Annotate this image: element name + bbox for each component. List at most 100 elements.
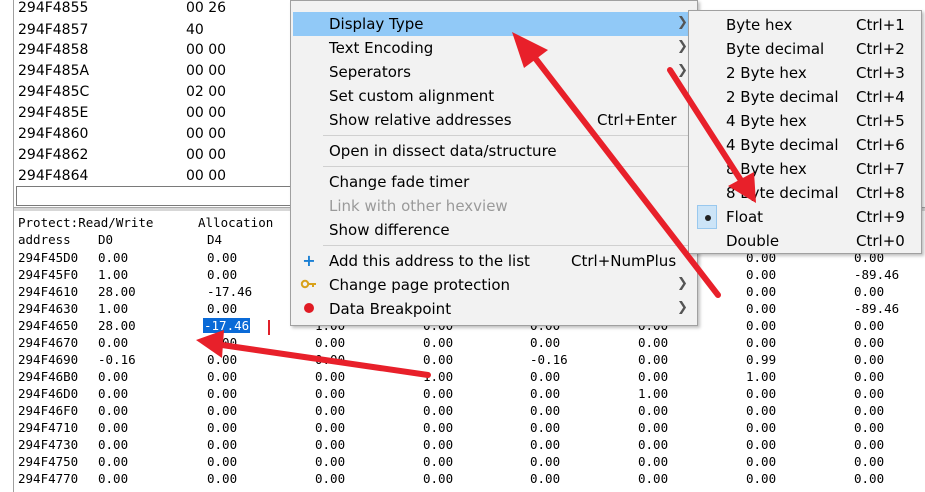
hex-cell[interactable]: 0.00 [315, 335, 345, 350]
hex-cell[interactable]: 0.00 [746, 318, 776, 333]
hex-cell[interactable]: 0.00 [854, 437, 884, 452]
hex-cell[interactable]: 0.00 [746, 267, 776, 282]
menu-item-display-type[interactable]: Display Type ❯ [293, 12, 693, 36]
hex-cell[interactable]: 1.00 [98, 301, 128, 316]
hex-cell[interactable]: 0.00 [423, 420, 453, 435]
hex-cell[interactable]: 0.00 [207, 437, 237, 452]
hex-cell[interactable]: 0.00 [854, 335, 884, 350]
submenu-item[interactable]: Byte hex Ctrl+1 [691, 13, 917, 37]
hex-cell[interactable]: 0.00 [854, 284, 884, 299]
menu-item-add-address[interactable]: + Add this address to the list Ctrl+NumP… [293, 249, 693, 273]
hex-cell[interactable]: 0.00 [530, 437, 560, 452]
hex-cell[interactable]: 0.00 [207, 250, 237, 265]
hex-cell[interactable]: 0.00 [638, 403, 668, 418]
submenu-item[interactable]: 2 Byte decimal Ctrl+4 [691, 85, 917, 109]
hex-cell[interactable]: 0.00 [746, 386, 776, 401]
hex-cell[interactable]: 0.00 [530, 471, 560, 486]
list-item[interactable]: 294F485C 02 00 [14, 83, 294, 105]
hex-cell[interactable]: 0.00 [530, 369, 560, 384]
menu-item-change-page-protection[interactable]: Change page protection ❯ [293, 273, 693, 297]
hex-cell[interactable]: 0.00 [530, 420, 560, 435]
hex-cell[interactable]: 0.00 [854, 369, 884, 384]
list-item[interactable]: 294F4860 00 00 [14, 125, 294, 147]
hex-cell[interactable]: 0.00 [854, 471, 884, 486]
hex-cell[interactable]: -89.46 [854, 301, 899, 316]
list-item[interactable]: 294F4855 00 26 [14, 0, 294, 21]
hex-cell[interactable]: 0.00 [638, 437, 668, 452]
hex-cell[interactable]: 0.00 [98, 437, 128, 452]
menu-item-set-custom-alignment[interactable]: Set custom alignment [293, 84, 693, 108]
hex-cell[interactable]: 0.00 [530, 454, 560, 469]
hex-cell[interactable]: 0.00 [98, 403, 128, 418]
menu-item-separators[interactable]: Seperators ❯ [293, 60, 693, 84]
hex-cell[interactable]: 0.00 [854, 420, 884, 435]
hex-cell[interactable]: 0.00 [207, 352, 237, 367]
list-item[interactable]: 294F4857 40 [14, 21, 294, 43]
context-menu[interactable]: Display Type ❯ Text Encoding ❯ Seperator… [290, 0, 698, 326]
hex-cell[interactable]: 0.00 [98, 471, 128, 486]
hex-cell[interactable]: 0.00 [530, 403, 560, 418]
hex-cell[interactable]: 0.00 [207, 369, 237, 384]
menu-item-show-relative-addresses[interactable]: Show relative addresses Ctrl+Enter [293, 108, 693, 132]
hex-cell[interactable]: -17.46 [207, 284, 252, 299]
hex-cell[interactable]: 0.00 [746, 335, 776, 350]
hex-cell[interactable]: -89.46 [854, 267, 899, 282]
hex-cell[interactable]: -0.16 [530, 352, 568, 367]
hex-cell[interactable]: -0.16 [98, 352, 136, 367]
list-item[interactable]: 294F4858 00 00 [14, 41, 294, 63]
hex-cell[interactable]: 0.00 [98, 250, 128, 265]
hex-cell[interactable]: 0.00 [207, 386, 237, 401]
menu-item-text-encoding[interactable]: Text Encoding ❯ [293, 36, 693, 60]
hex-cell[interactable]: 0.00 [207, 267, 237, 282]
address-input[interactable] [16, 186, 296, 206]
hex-cell[interactable]: 0.00 [746, 454, 776, 469]
hex-cell[interactable]: 1.00 [638, 386, 668, 401]
hex-cell[interactable]: 0.00 [423, 454, 453, 469]
hex-cell[interactable]: 0.00 [746, 420, 776, 435]
hex-cell[interactable]: 0.00 [746, 437, 776, 452]
hex-cell[interactable]: 0.00 [315, 471, 345, 486]
address-list[interactable]: 294F4855 00 26 294F4857 40 294F4858 00 00 2… [14, 0, 294, 186]
list-item[interactable]: 294F485E 00 00 [14, 104, 294, 126]
hex-cell[interactable]: 0.00 [530, 335, 560, 350]
hex-cell[interactable]: 0.99 [746, 352, 776, 367]
display-type-submenu[interactable]: Byte hex Ctrl+1 Byte decimal Ctrl+2 2 Byte h… [688, 10, 922, 254]
hex-cell[interactable]: 0.00 [423, 437, 453, 452]
hex-cell[interactable]: 0.00 [854, 352, 884, 367]
selected-value[interactable]: -17.46 [203, 318, 251, 333]
hex-cell[interactable]: 0.00 [746, 403, 776, 418]
hex-cell[interactable]: 1.00 [746, 369, 776, 384]
hex-cell[interactable]: 0.00 [207, 335, 237, 350]
hex-cell[interactable]: 0.00 [423, 335, 453, 350]
menu-item-change-fade-timer[interactable]: Change fade timer [293, 170, 693, 194]
submenu-item[interactable]: Double Ctrl+0 [691, 229, 917, 253]
hex-cell[interactable]: 0.00 [638, 352, 668, 367]
hex-cell[interactable]: 0.00 [207, 420, 237, 435]
submenu-item[interactable]: Float Ctrl+9 [691, 205, 917, 229]
hex-cell[interactable]: 0.00 [423, 386, 453, 401]
submenu-item[interactable]: 8 Byte hex Ctrl+7 [691, 157, 917, 181]
hex-cell[interactable]: 0.00 [98, 369, 128, 384]
hex-cell[interactable]: 0.00 [638, 335, 668, 350]
hex-cell[interactable]: 0.00 [315, 403, 345, 418]
hex-cell[interactable]: 0.00 [315, 352, 345, 367]
hex-cell[interactable]: 0.00 [207, 301, 237, 316]
hex-cell[interactable]: 0.00 [854, 403, 884, 418]
hex-cell[interactable]: 0.00 [423, 471, 453, 486]
hex-cell[interactable]: 28.00 [98, 318, 136, 333]
menu-item-data-breakpoint[interactable]: Data Breakpoint ❯ [293, 297, 693, 321]
menu-item-show-difference[interactable]: Show difference [293, 218, 693, 242]
hex-cell[interactable]: 28.00 [98, 284, 136, 299]
menu-item-open-dissect[interactable]: Open in dissect data/structure [293, 139, 693, 163]
hex-cell[interactable]: 0.00 [638, 454, 668, 469]
hex-cell[interactable]: 0.00 [207, 454, 237, 469]
hex-cell[interactable]: 0.00 [638, 420, 668, 435]
hex-cell[interactable]: 0.00 [315, 454, 345, 469]
hex-cell[interactable]: 0.00 [98, 386, 128, 401]
hex-cell[interactable]: 0.00 [207, 403, 237, 418]
hex-cell[interactable]: 0.00 [854, 318, 884, 333]
hex-cell[interactable]: 0.00 [315, 437, 345, 452]
hex-cell[interactable]: 0.00 [315, 369, 345, 384]
hex-cell[interactable]: 0.00 [423, 352, 453, 367]
submenu-item[interactable]: 4 Byte hex Ctrl+5 [691, 109, 917, 133]
